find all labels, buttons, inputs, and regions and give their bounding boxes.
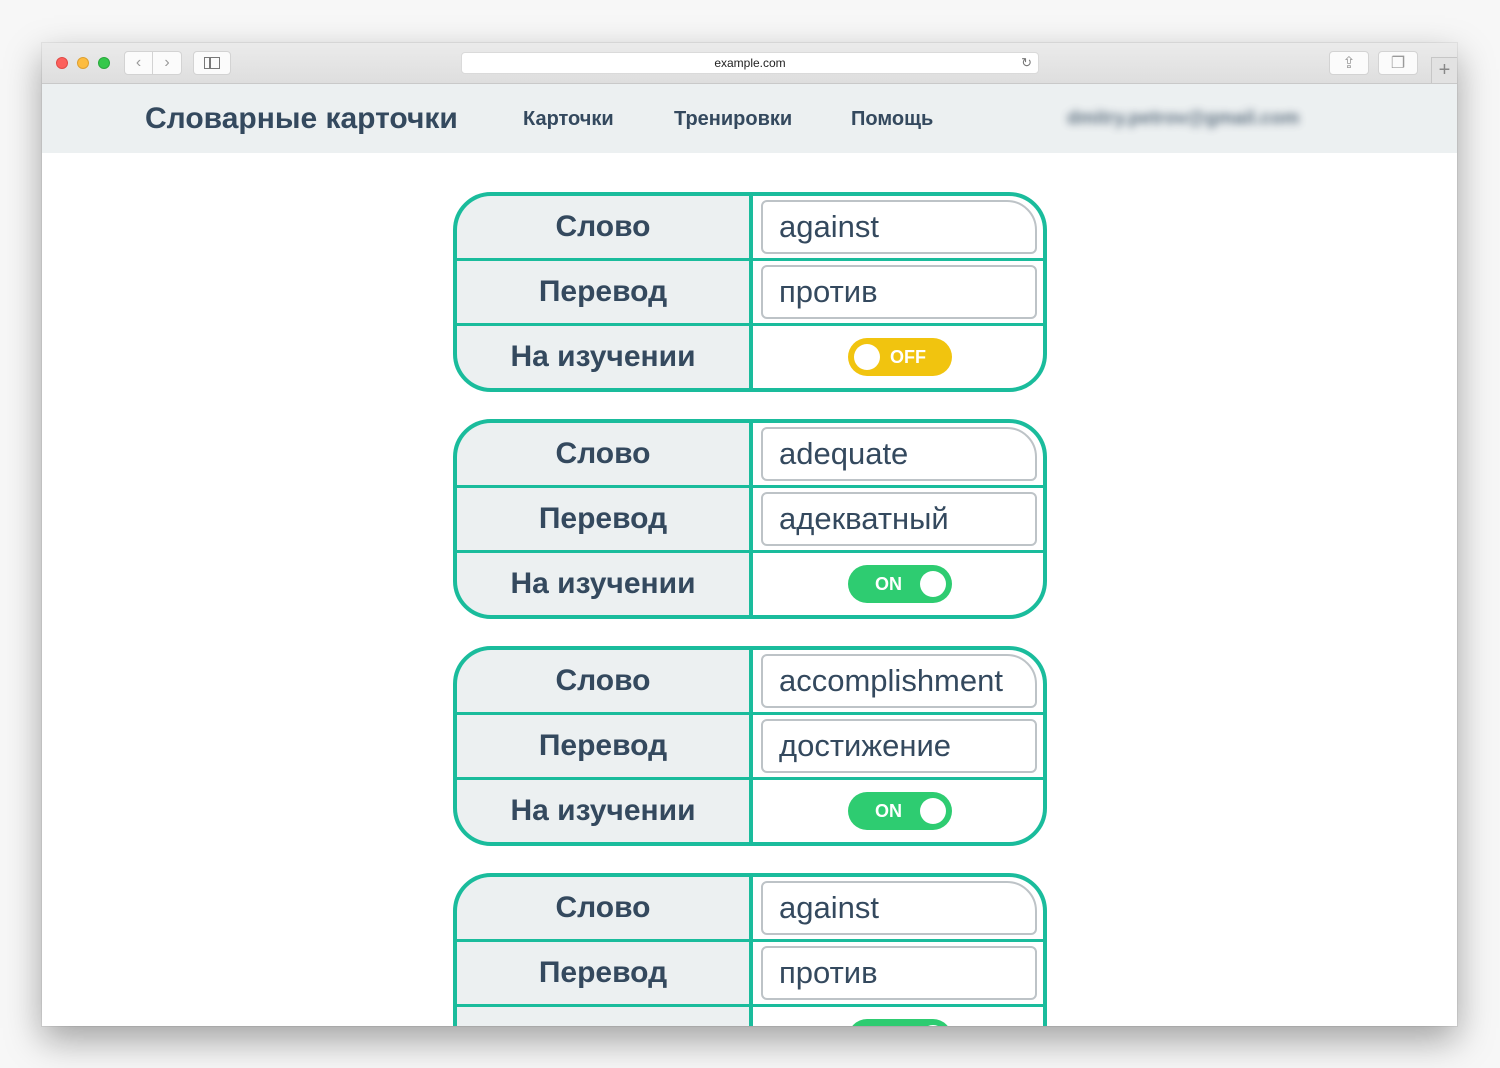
- word-card: Слово against Перевод против На изучении…: [453, 192, 1047, 392]
- show-tabs-button[interactable]: ❐: [1378, 51, 1418, 75]
- share-button[interactable]: ⇪: [1329, 51, 1369, 75]
- word-label: Слово: [457, 877, 749, 939]
- translation-label: Перевод: [457, 488, 749, 550]
- translation-label: Перевод: [457, 715, 749, 777]
- new-tab-button[interactable]: +: [1431, 57, 1457, 83]
- translation-label: Перевод: [457, 942, 749, 1004]
- word-cell: adequate: [753, 423, 1043, 485]
- word-input[interactable]: against: [761, 200, 1037, 254]
- toggle-state-label: OFF: [890, 347, 926, 367]
- nav-link-cards[interactable]: Карточки: [523, 108, 614, 131]
- word-cell: against: [753, 877, 1043, 939]
- toggle-knob: [920, 798, 946, 824]
- back-button[interactable]: ‹: [124, 51, 153, 75]
- word-input[interactable]: accomplishment: [761, 654, 1037, 708]
- studying-toggle[interactable]: OFF: [848, 338, 952, 376]
- tabs-icon: ❐: [1390, 55, 1406, 72]
- app-navbar: Словарные карточки Карточки Тренировки П…: [42, 84, 1457, 153]
- translation-input[interactable]: достижение: [761, 719, 1037, 773]
- studying-cell: ON: [753, 1007, 1043, 1026]
- chevron-left-icon: ‹: [135, 54, 142, 71]
- share-icon: ⇪: [1342, 55, 1356, 72]
- sidebar-icon: [204, 57, 220, 69]
- word-card: Слово against Перевод против На изучении…: [453, 873, 1047, 1026]
- cards-list: Слово against Перевод против На изучении…: [453, 192, 1047, 1026]
- toggle-knob: [920, 1025, 946, 1026]
- user-email[interactable]: dmitry.petrov@gmail.com: [1067, 108, 1300, 130]
- studying-toggle[interactable]: ON: [848, 1019, 952, 1026]
- address-bar[interactable]: example.com ↻: [461, 52, 1039, 74]
- nav-link-help[interactable]: Помощь: [851, 108, 933, 131]
- browser-toolbar: ‹ › example.com ↻ ⇪ ❐ +: [42, 43, 1457, 84]
- word-input[interactable]: adequate: [761, 427, 1037, 481]
- toggle-knob: [854, 344, 880, 370]
- word-card: Слово adequate Перевод адекватный На изу…: [453, 419, 1047, 619]
- translation-input[interactable]: против: [761, 265, 1037, 319]
- word-cell: against: [753, 196, 1043, 258]
- studying-cell: ON: [753, 553, 1043, 615]
- studying-label: На изучении: [457, 326, 749, 388]
- translation-label: Перевод: [457, 261, 749, 323]
- zoom-window-button[interactable]: [98, 57, 110, 69]
- translation-input[interactable]: против: [761, 946, 1037, 1000]
- word-card: Слово accomplishment Перевод достижение …: [453, 646, 1047, 846]
- toggle-state-label: ON: [875, 801, 902, 821]
- translation-cell: против: [753, 942, 1043, 1004]
- browser-window: ‹ › example.com ↻ ⇪ ❐ + Словарные карточ…: [42, 43, 1457, 1026]
- brand-title[interactable]: Словарные карточки: [145, 102, 458, 136]
- translation-cell: адекватный: [753, 488, 1043, 550]
- reload-icon[interactable]: ↻: [1021, 55, 1032, 71]
- nav-link-trainings[interactable]: Тренировки: [674, 108, 792, 131]
- translation-cell: против: [753, 261, 1043, 323]
- plus-icon: +: [1438, 59, 1451, 81]
- studying-toggle[interactable]: ON: [848, 792, 952, 830]
- word-label: Слово: [457, 196, 749, 258]
- translation-input[interactable]: адекватный: [761, 492, 1037, 546]
- studying-cell: ON: [753, 780, 1043, 842]
- word-input[interactable]: against: [761, 881, 1037, 935]
- word-cell: accomplishment: [753, 650, 1043, 712]
- studying-toggle[interactable]: ON: [848, 565, 952, 603]
- studying-label: На изучении: [457, 780, 749, 842]
- toggle-knob: [920, 571, 946, 597]
- chevron-right-icon: ›: [164, 54, 170, 71]
- forward-button[interactable]: ›: [153, 51, 182, 75]
- url-text: example.com: [714, 56, 786, 70]
- studying-cell: OFF: [753, 326, 1043, 388]
- studying-label: На изучении: [457, 553, 749, 615]
- word-label: Слово: [457, 423, 749, 485]
- translation-cell: достижение: [753, 715, 1043, 777]
- word-label: Слово: [457, 650, 749, 712]
- toggle-state-label: ON: [875, 574, 902, 594]
- close-window-button[interactable]: [56, 57, 68, 69]
- sidebar-toggle-button[interactable]: [193, 51, 231, 75]
- studying-label: На изучении: [457, 1007, 749, 1026]
- minimize-window-button[interactable]: [77, 57, 89, 69]
